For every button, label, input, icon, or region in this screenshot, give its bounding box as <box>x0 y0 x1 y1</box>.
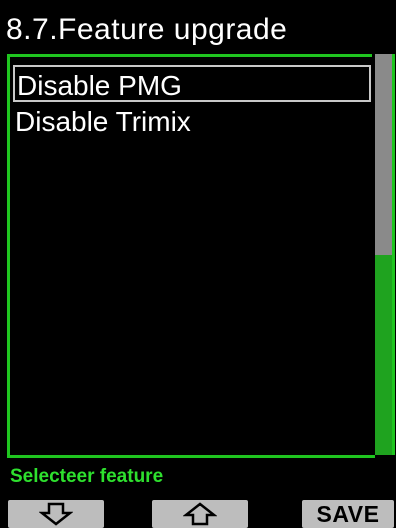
softkey-bar: SAVE <box>0 500 396 528</box>
list-item-disable-pmg[interactable]: Disable PMG <box>13 65 371 102</box>
up-button[interactable] <box>152 500 248 528</box>
status-text: Selecteer feature <box>10 466 164 487</box>
screen: 8.7.Feature upgrade Disable PMG Disable … <box>0 0 396 528</box>
arrow-up-icon <box>183 502 217 526</box>
down-button[interactable] <box>8 500 104 528</box>
feature-list: Disable PMG Disable Trimix <box>7 54 375 458</box>
list-frame-border <box>392 54 395 455</box>
save-button-label: SAVE <box>316 500 380 527</box>
list-item-disable-trimix[interactable]: Disable Trimix <box>13 103 191 140</box>
arrow-down-icon <box>39 502 73 526</box>
page-title: 8.7.Feature upgrade <box>6 13 288 46</box>
save-button[interactable]: SAVE <box>302 500 394 528</box>
